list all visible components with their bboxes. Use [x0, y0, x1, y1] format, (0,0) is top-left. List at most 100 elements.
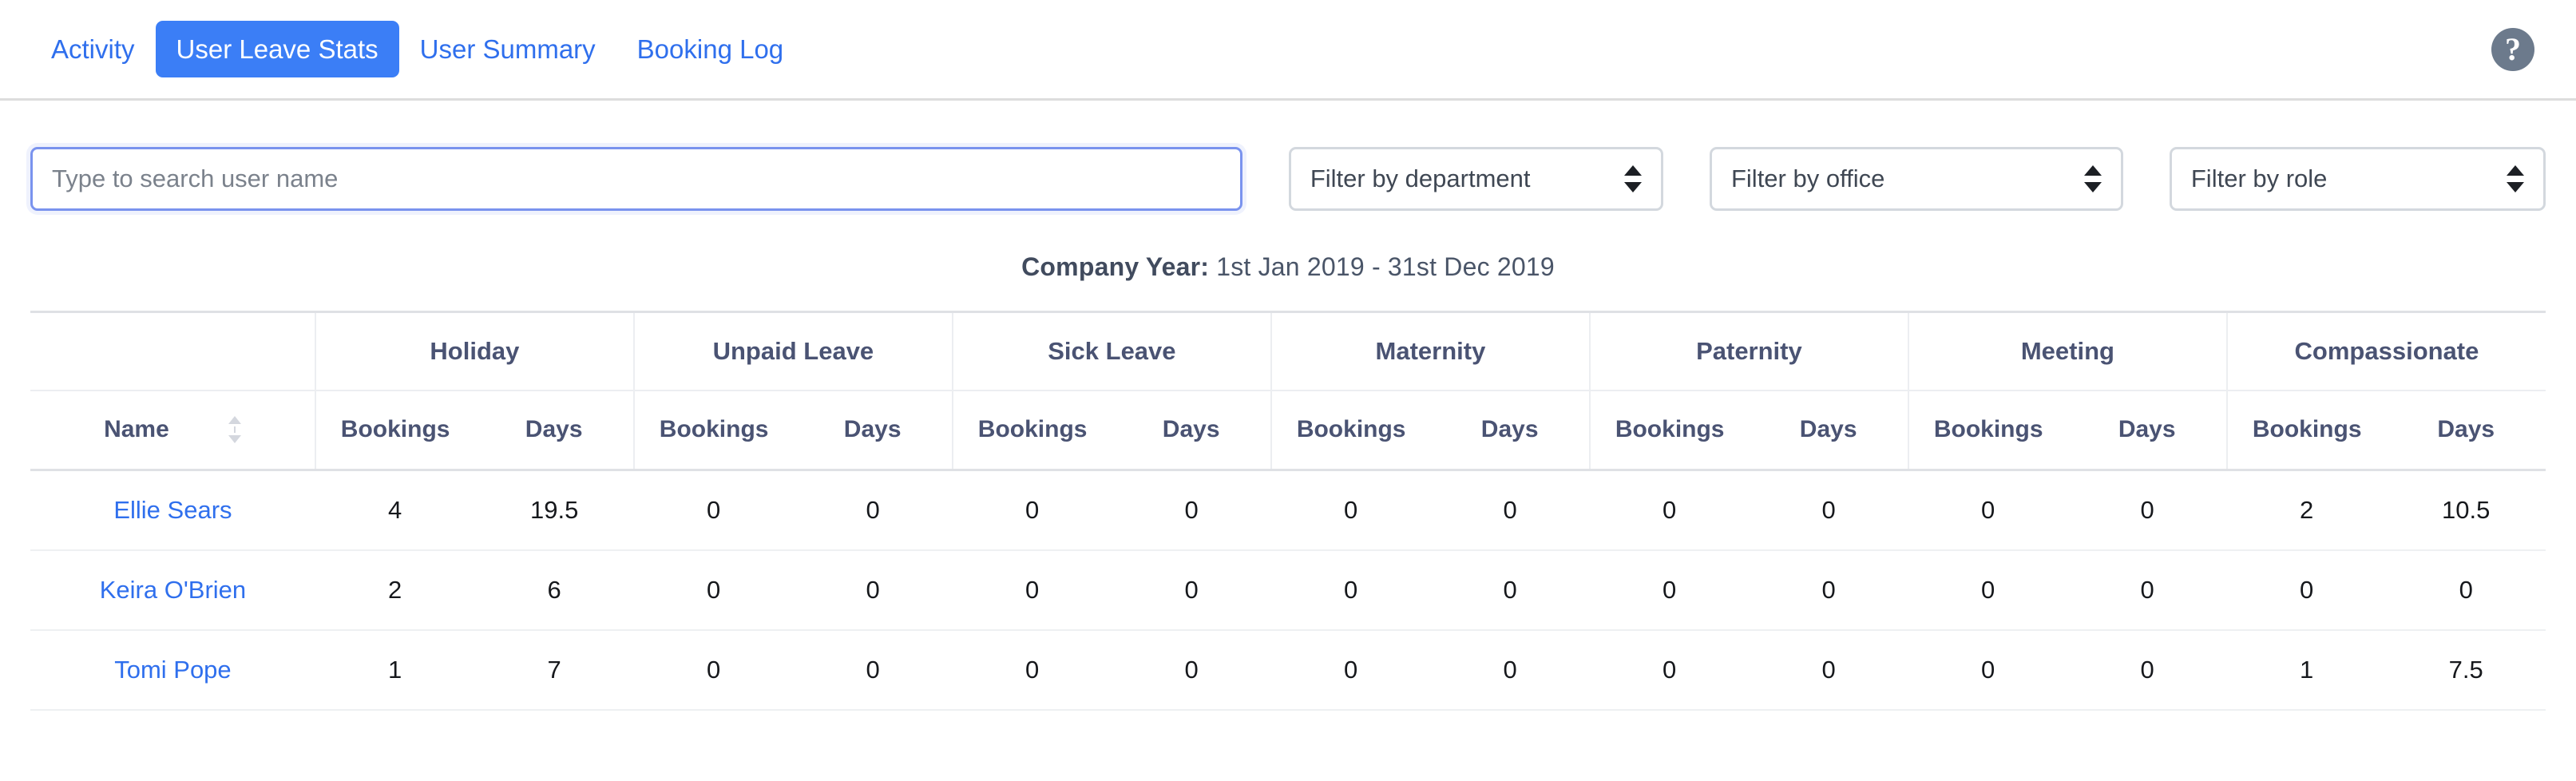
chevron-updown-icon — [2084, 165, 2102, 192]
table-body: Ellie Sears419.50000000000210.5Keira O'B… — [30, 470, 2546, 710]
sub-header-holiday-bookings[interactable]: Bookings — [315, 390, 475, 470]
user-name-link[interactable]: Ellie Sears — [113, 496, 232, 524]
stat-cell: 10.5 — [2386, 470, 2546, 550]
stat-cell: 7.5 — [2386, 630, 2546, 710]
help-button[interactable]: ? — [2491, 28, 2534, 71]
stat-cell: 0 — [1908, 630, 2068, 710]
stat-cell: 0 — [1112, 470, 1271, 550]
name-column-header[interactable]: Name — [30, 390, 315, 470]
sub-header-meeting-bookings[interactable]: Bookings — [1908, 390, 2068, 470]
search-input[interactable] — [30, 147, 1242, 211]
stat-cell: 0 — [1590, 470, 1750, 550]
user-name-link[interactable]: Tomi Pope — [114, 656, 231, 684]
name-column-label: Name — [104, 416, 169, 443]
stat-cell: 0 — [2067, 630, 2227, 710]
company-year-value: 1st Jan 2019 - 31st Dec 2019 — [1216, 252, 1555, 281]
sub-header-sick-leave-bookings[interactable]: Bookings — [953, 390, 1112, 470]
table-row: Ellie Sears419.50000000000210.5 — [30, 470, 2546, 550]
stat-cell: 0 — [2386, 550, 2546, 630]
sub-header-holiday-days[interactable]: Days — [474, 390, 634, 470]
stat-cell: 0 — [793, 470, 953, 550]
group-header-meeting: Meeting — [1908, 312, 2227, 390]
office-filter-select[interactable]: Filter by office — [1710, 147, 2123, 211]
stat-cell: 0 — [1271, 630, 1431, 710]
user-name-cell: Tomi Pope — [30, 630, 315, 710]
stat-cell: 0 — [953, 630, 1112, 710]
chevron-updown-icon — [1624, 165, 1642, 192]
company-year: Company Year: 1st Jan 2019 - 31st Dec 20… — [0, 252, 2576, 282]
user-name-link[interactable]: Keira O'Brien — [100, 576, 246, 604]
stat-cell: 6 — [474, 550, 634, 630]
tab-user-leave-stats[interactable]: User Leave Stats — [156, 21, 399, 77]
stat-cell: 0 — [1590, 630, 1750, 710]
office-filter-label: Filter by office — [1731, 165, 2084, 193]
stat-cell: 1 — [315, 630, 475, 710]
stat-cell: 0 — [1271, 470, 1431, 550]
stat-cell: 0 — [2067, 550, 2227, 630]
stat-cell: 1 — [2227, 630, 2387, 710]
sub-header-paternity-days[interactable]: Days — [1749, 390, 1908, 470]
stat-cell: 0 — [1749, 470, 1908, 550]
group-header-spacer — [30, 312, 315, 390]
sub-header-unpaid-leave-bookings[interactable]: Bookings — [634, 390, 794, 470]
chevron-updown-icon — [2507, 165, 2524, 192]
stat-cell: 19.5 — [474, 470, 634, 550]
sub-header-unpaid-leave-days[interactable]: Days — [793, 390, 953, 470]
table-row: Tomi Pope17000000000017.5 — [30, 630, 2546, 710]
help-circle-icon: ? — [2491, 28, 2534, 71]
stat-cell: 0 — [793, 550, 953, 630]
stat-cell: 0 — [953, 550, 1112, 630]
stat-cell: 0 — [1590, 550, 1750, 630]
role-filter-select[interactable]: Filter by role — [2170, 147, 2546, 211]
sort-updown-icon[interactable] — [228, 416, 241, 443]
group-header-unpaid-leave: Unpaid Leave — [634, 312, 953, 390]
user-name-cell: Keira O'Brien — [30, 550, 315, 630]
stat-cell: 7 — [474, 630, 634, 710]
user-name-cell: Ellie Sears — [30, 470, 315, 550]
stat-cell: 0 — [1112, 550, 1271, 630]
sub-header-paternity-bookings[interactable]: Bookings — [1590, 390, 1750, 470]
tab-user-summary[interactable]: User Summary — [399, 21, 616, 77]
stat-cell: 0 — [1271, 550, 1431, 630]
table-sub-header-row: Name BookingsDaysBookingsDaysBookingsDay… — [30, 390, 2546, 470]
leave-stats-table-wrap: HolidayUnpaid LeaveSick LeaveMaternityPa… — [0, 311, 2576, 711]
stat-cell: 0 — [1908, 470, 2068, 550]
sub-header-sick-leave-days[interactable]: Days — [1112, 390, 1271, 470]
sub-header-compassionate-days[interactable]: Days — [2386, 390, 2546, 470]
group-header-sick-leave: Sick Leave — [953, 312, 1271, 390]
sub-header-compassionate-bookings[interactable]: Bookings — [2227, 390, 2387, 470]
stat-cell: 0 — [1908, 550, 2068, 630]
sub-header-maternity-bookings[interactable]: Bookings — [1271, 390, 1431, 470]
leave-stats-table: HolidayUnpaid LeaveSick LeaveMaternityPa… — [30, 311, 2546, 711]
stat-cell: 0 — [2067, 470, 2227, 550]
stat-cell: 0 — [1112, 630, 1271, 710]
company-year-label: Company Year: — [1021, 252, 1209, 281]
stat-cell: 0 — [1430, 550, 1590, 630]
table-group-header-row: HolidayUnpaid LeaveSick LeaveMaternityPa… — [30, 312, 2546, 390]
group-header-compassionate: Compassionate — [2227, 312, 2546, 390]
sub-header-maternity-days[interactable]: Days — [1430, 390, 1590, 470]
stat-cell: 0 — [953, 470, 1112, 550]
stat-cell: 2 — [2227, 470, 2387, 550]
department-filter-select[interactable]: Filter by department — [1289, 147, 1663, 211]
stat-cell: 0 — [1749, 550, 1908, 630]
group-header-paternity: Paternity — [1590, 312, 1908, 390]
stat-cell: 0 — [1430, 470, 1590, 550]
stat-cell: 0 — [634, 630, 794, 710]
stat-cell: 2 — [315, 550, 475, 630]
sub-header-meeting-days[interactable]: Days — [2067, 390, 2227, 470]
stat-cell: 0 — [793, 630, 953, 710]
tab-booking-log[interactable]: Booking Log — [616, 21, 804, 77]
role-filter-label: Filter by role — [2191, 165, 2507, 193]
stat-cell: 0 — [1430, 630, 1590, 710]
stat-cell: 4 — [315, 470, 475, 550]
tab-activity[interactable]: Activity — [30, 21, 156, 77]
department-filter-label: Filter by department — [1310, 165, 1624, 193]
filter-bar: Filter by department Filter by office Fi… — [0, 101, 2576, 211]
stat-cell: 0 — [2227, 550, 2387, 630]
group-header-holiday: Holiday — [315, 312, 634, 390]
stat-cell: 0 — [634, 470, 794, 550]
table-head: HolidayUnpaid LeaveSick LeaveMaternityPa… — [30, 312, 2546, 470]
table-row: Keira O'Brien26000000000000 — [30, 550, 2546, 630]
group-header-maternity: Maternity — [1271, 312, 1590, 390]
